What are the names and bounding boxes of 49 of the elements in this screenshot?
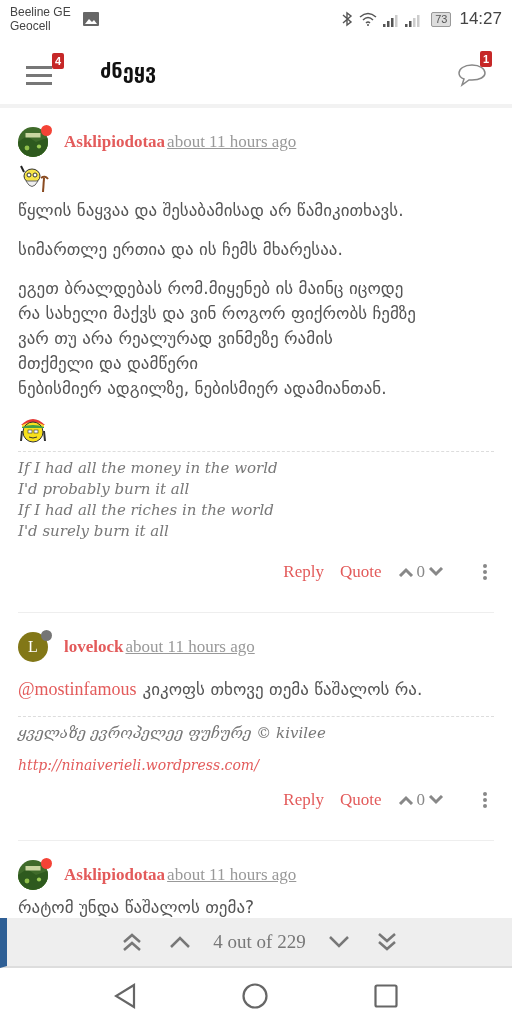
chat-button[interactable]: 1 [458, 51, 492, 91]
vote-count: 0 [416, 790, 425, 810]
page-title: ძნეყვ [100, 59, 157, 83]
user-avatar: L [18, 632, 48, 662]
smiley-icon [18, 164, 52, 194]
menu-button[interactable]: 4 [26, 53, 64, 89]
quote-link[interactable]: Quote [339, 790, 382, 810]
timestamp-link[interactable]: about 11 hours ago [125, 637, 255, 657]
downvote-icon[interactable] [428, 567, 444, 577]
bluetooth-icon [341, 11, 354, 27]
clock-time: 14:27 [459, 9, 502, 29]
signature-text: If I had all the money in the world I'd probably burn it all If I had all the riches in the world I'd surely burn it all [18, 458, 279, 542]
post-text: ეგეთ ბრალდებას რომ.მიყენებ ის მაინც იცოდე რა სახელი მაქვს და ვინ როგორ ფიქრობს ჩემზე ვარ თუ არა რეალურად ვინმეზე რამის მთქმელი და დამწერი ნებისმიერ ადგილზე, ნებისმიერ ადამიანთან. [18, 277, 417, 400]
image-icon [82, 12, 99, 26]
notification-badge: 1 [479, 51, 492, 67]
carrier-name: Beeline GE [10, 5, 71, 19]
signature-text: ყველაზე ევროპელეე ფუჩურე © kivilee [18, 723, 327, 744]
upvote-icon[interactable] [397, 567, 414, 577]
vote-count: 0 [416, 562, 425, 582]
reply-link[interactable]: Reply [283, 790, 324, 810]
post-text: კიკოფს თხოვე თემა წაშალოს რა. [142, 679, 423, 699]
back-icon[interactable] [114, 983, 136, 1009]
battery-icon: 73 [431, 11, 452, 27]
author-link[interactable]: Asklipiodotaa [64, 865, 166, 885]
signature-link[interactable]: http://ninaiverieli.wordpress.com/ [18, 754, 259, 776]
carrier-name: Geocell [10, 19, 52, 33]
more-options-icon[interactable] [482, 564, 488, 580]
next-icon[interactable] [327, 935, 350, 949]
menu-icon [26, 65, 52, 85]
post-text: წყლის ნაყვაა და შესაბამისად არ წამიკითხავს. [18, 199, 405, 222]
home-icon[interactable] [242, 983, 268, 1009]
timestamp-link[interactable]: about 11 hours ago [167, 132, 297, 152]
previous-icon[interactable] [169, 935, 192, 949]
author-link[interactable]: lovelock [64, 637, 124, 657]
recent-apps-icon[interactable] [374, 984, 398, 1008]
timestamp-link[interactable]: about 11 hours ago [167, 865, 297, 885]
reply-link[interactable]: Reply [283, 562, 324, 582]
upvote-icon[interactable] [397, 795, 414, 805]
chat-bubble-icon [458, 63, 486, 87]
mention-link[interactable]: @mostinfamous [18, 679, 137, 699]
wifi-icon [359, 12, 378, 26]
quote-link[interactable]: Quote [339, 562, 382, 582]
more-options-icon[interactable] [482, 792, 488, 808]
downvote-icon[interactable] [428, 795, 444, 805]
author-link[interactable]: Asklipiodotaa [64, 132, 166, 152]
post-text: სიმართლე ერთია და ის ჩემს მხარესაა. [18, 238, 344, 261]
page-position: 4 out of 229 [213, 931, 306, 953]
notification-badge: 4 [51, 53, 64, 69]
post-text: რატომ უნდა წაშალოს თემა? [18, 896, 256, 918]
